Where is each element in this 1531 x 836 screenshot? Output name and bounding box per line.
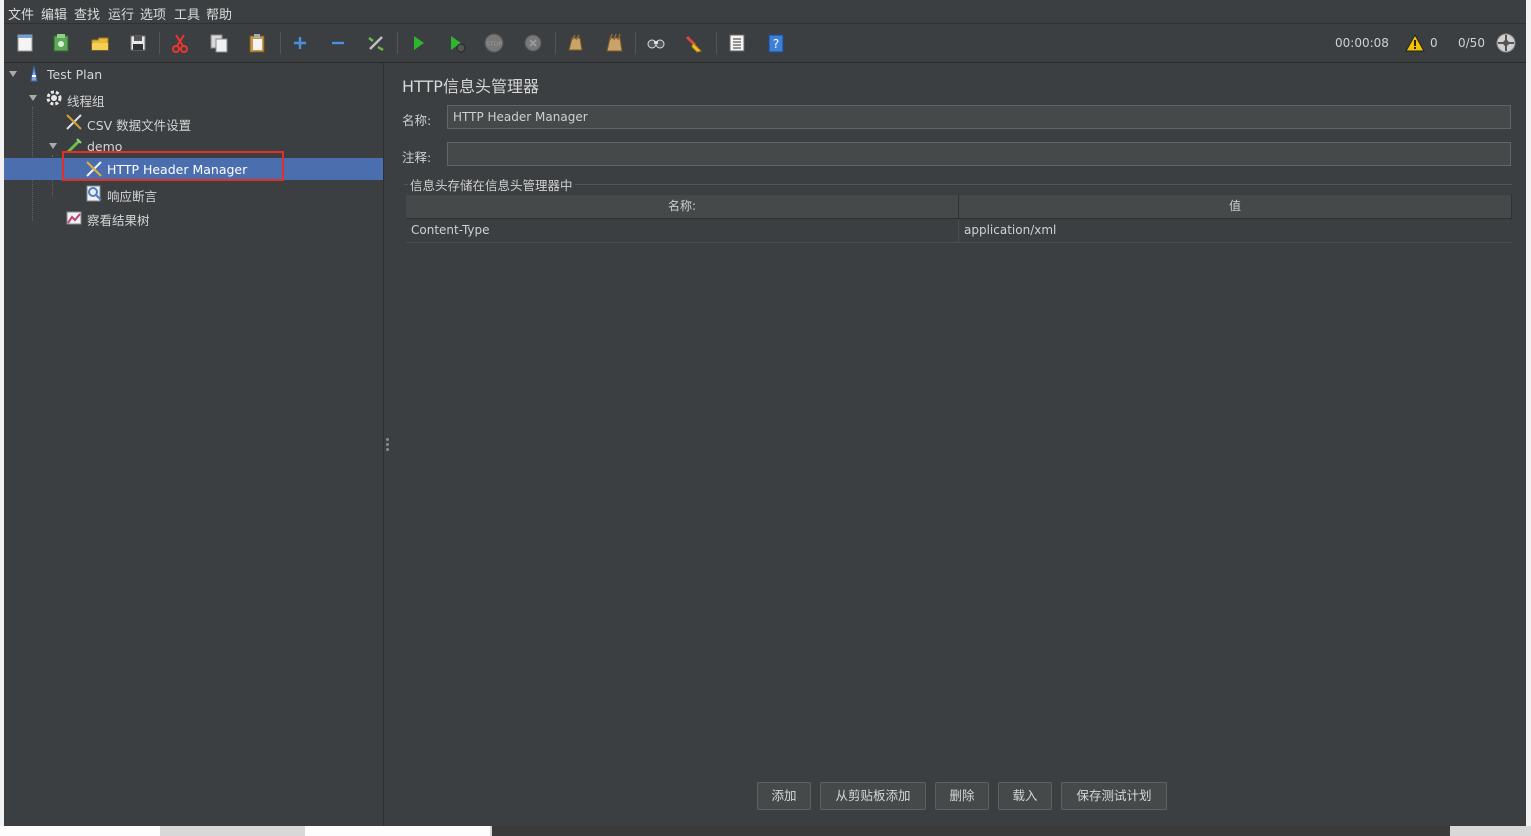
config-element-icon	[65, 113, 83, 131]
help-icon[interactable]: ?	[764, 31, 788, 55]
open-icon[interactable]	[88, 31, 112, 55]
delete-button[interactable]: 删除	[935, 782, 989, 810]
cut-icon[interactable]	[168, 31, 192, 55]
tree-node-thread-group[interactable]: 线程组	[4, 87, 383, 109]
shutdown-icon[interactable]	[521, 31, 545, 55]
start-no-pause-icon[interactable]	[444, 31, 468, 55]
load-button[interactable]: 载入	[998, 782, 1052, 810]
function-helper-icon[interactable]	[725, 31, 749, 55]
search-icon[interactable]	[644, 31, 668, 55]
table-header: 名称: 值	[406, 195, 1512, 219]
collapse-icon[interactable]	[326, 31, 350, 55]
clear-icon[interactable]	[563, 31, 587, 55]
remote-status-icon[interactable]	[1494, 31, 1518, 55]
tree-node-view-results-tree[interactable]: 察看结果树	[4, 206, 383, 228]
toolbar-separator	[716, 32, 717, 54]
headers-group-title: 信息头存储在信息头管理器中	[408, 175, 575, 194]
copy-icon[interactable]	[207, 31, 231, 55]
annotation-highlight-box	[62, 151, 284, 181]
table-row[interactable]: Content-Type application/xml	[406, 219, 1512, 243]
test-plan-icon	[25, 65, 43, 83]
toolbar: STOP ? 00:00:08 0 0/50	[4, 24, 1526, 63]
toolbar-separator	[397, 32, 398, 54]
page-title: HTTP信息头管理器	[402, 77, 539, 96]
tree-node-test-plan[interactable]: Test Plan	[4, 63, 383, 85]
comment-field[interactable]	[447, 142, 1511, 166]
svg-text:STOP: STOP	[486, 41, 502, 48]
new-icon[interactable]	[13, 31, 37, 55]
warning-icon[interactable]	[1403, 31, 1427, 55]
reset-search-icon[interactable]	[682, 31, 706, 55]
tree-node-response-assertion[interactable]: 响应断言	[4, 182, 383, 204]
toolbar-separator	[635, 32, 636, 54]
tree-node-label: Test Plan	[47, 67, 103, 82]
header-value-cell[interactable]: application/xml	[959, 219, 1512, 242]
menu-options[interactable]: 选项	[140, 4, 166, 23]
window-right-edge	[1526, 0, 1531, 826]
thread-group-icon	[45, 89, 63, 107]
expand-icon[interactable]	[288, 31, 312, 55]
expand-arrow-icon[interactable]	[9, 71, 17, 77]
column-header-value[interactable]: 值	[959, 195, 1512, 218]
expand-arrow-icon[interactable]	[29, 95, 37, 101]
paste-icon[interactable]	[245, 31, 269, 55]
toolbar-separator	[159, 32, 160, 54]
expand-arrow-icon[interactable]	[49, 143, 57, 149]
desktop-background-strip	[0, 826, 1531, 836]
tree-node-label: CSV 数据文件设置	[87, 118, 192, 133]
header-name-cell[interactable]: Content-Type	[406, 219, 959, 242]
tree-node-label: 线程组	[67, 94, 105, 109]
menu-edit[interactable]: 编辑	[41, 4, 67, 23]
toolbar-separator	[555, 32, 556, 54]
templates-icon[interactable]	[49, 31, 73, 55]
save-test-plan-button[interactable]: 保存测试计划	[1061, 782, 1167, 810]
assertion-icon	[85, 184, 103, 202]
start-icon[interactable]	[406, 31, 430, 55]
tree-node-label: 响应断言	[107, 189, 158, 204]
menu-tools[interactable]: 工具	[174, 4, 200, 23]
headers-table: 名称: 值 Content-Type application/xml	[406, 195, 1512, 243]
column-header-name[interactable]: 名称:	[406, 195, 959, 218]
menu-bar: 文件 编辑 查找 运行 选项 工具 帮助	[4, 0, 1526, 24]
tree-node-label: 察看结果树	[87, 213, 150, 228]
elapsed-time: 00:00:08	[1335, 36, 1389, 50]
warning-count: 0	[1430, 36, 1438, 50]
add-from-clipboard-button[interactable]: 从剪贴板添加	[820, 782, 926, 810]
toolbar-separator	[280, 32, 281, 54]
clear-all-icon[interactable]	[602, 31, 626, 55]
menu-run[interactable]: 运行	[108, 4, 134, 23]
tree-node-csv-config[interactable]: CSV 数据文件设置	[4, 111, 383, 133]
active-threads: 0/50	[1458, 36, 1485, 50]
element-editor-panel: HTTP信息头管理器 名称: HTTP Header Manager 注释: 信…	[392, 63, 1526, 826]
toggle-icon[interactable]	[364, 31, 388, 55]
jmeter-window: 文件 编辑 查找 运行 选项 工具 帮助 STOP ? 00:00:08 0 0…	[4, 0, 1526, 826]
comment-label: 注释:	[402, 150, 432, 165]
save-icon[interactable]	[126, 31, 150, 55]
name-field[interactable]: HTTP Header Manager	[447, 105, 1511, 129]
menu-file[interactable]: 文件	[8, 4, 34, 23]
svg-text:?: ?	[773, 37, 779, 51]
add-button[interactable]: 添加	[757, 782, 811, 810]
menu-help[interactable]: 帮助	[206, 4, 232, 23]
menu-search[interactable]: 查找	[74, 4, 100, 23]
listener-icon	[65, 208, 83, 226]
name-label: 名称:	[402, 113, 432, 128]
stop-icon[interactable]: STOP	[482, 31, 506, 55]
